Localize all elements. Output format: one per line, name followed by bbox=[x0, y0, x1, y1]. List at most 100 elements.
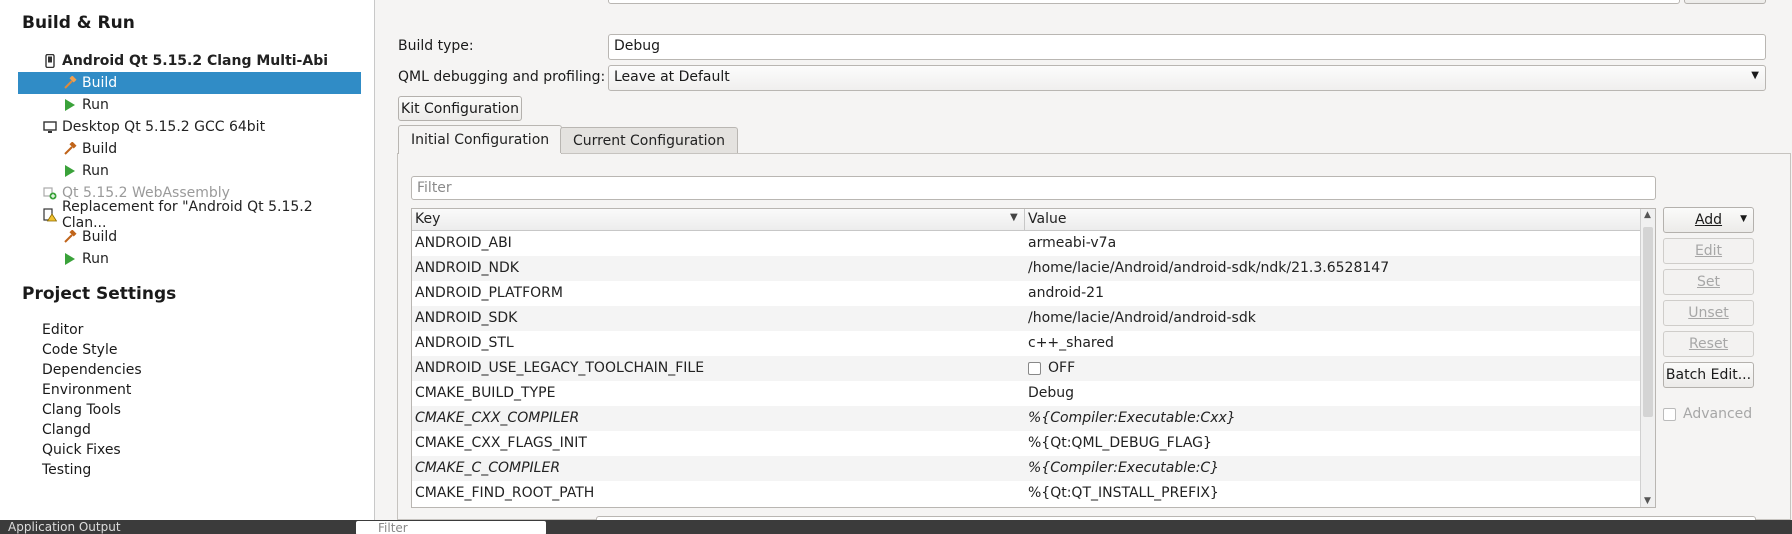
kit-desktop[interactable]: Desktop Qt 5.15.2 GCC 64bit bbox=[18, 116, 361, 138]
table-row[interactable]: CMAKE_C_COMPILER %{Compiler:Executable:C… bbox=[412, 456, 1640, 481]
table-row[interactable]: ANDROID_ABI armeabi-v7a bbox=[412, 231, 1640, 256]
build-directory-field[interactable] bbox=[608, 0, 1680, 4]
chevron-down-icon: ▼ bbox=[1740, 214, 1747, 224]
row-key: CMAKE_CXX_COMPILER bbox=[415, 410, 580, 426]
row-value: %{Compiler:Executable:Cxx} bbox=[1028, 410, 1236, 426]
kit-replacement-run[interactable]: Run bbox=[18, 248, 361, 270]
table-row[interactable]: CMAKE_FIND_ROOT_PATH %{Qt:QT_INSTALL_PRE… bbox=[412, 481, 1640, 506]
batch-edit-button[interactable]: Batch Edit... bbox=[1663, 362, 1754, 388]
row-value: c++_shared bbox=[1028, 335, 1114, 351]
reset-button-label: Reset bbox=[1688, 336, 1729, 352]
scroll-up-icon[interactable]: ▲ bbox=[1644, 210, 1651, 220]
table-row[interactable]: CMAKE_CXX_COMPILER %{Compiler:Executable… bbox=[412, 406, 1640, 431]
row-key: ANDROID_PLATFORM bbox=[415, 285, 563, 301]
table-row[interactable]: ANDROID_STL c++_shared bbox=[412, 331, 1640, 356]
add-button-label: Add bbox=[1694, 212, 1723, 228]
output-filter-placeholder: Filter bbox=[378, 521, 408, 534]
edit-button[interactable]: Edit bbox=[1663, 238, 1754, 264]
settings-clangd[interactable]: Clangd bbox=[42, 422, 91, 438]
advanced-checkbox[interactable]: Advanced bbox=[1663, 406, 1752, 422]
build-type-field[interactable]: Debug bbox=[608, 34, 1766, 60]
build-run-title: Build & Run bbox=[22, 13, 135, 33]
column-header-value[interactable]: Value bbox=[1028, 211, 1066, 227]
row-value: Debug bbox=[1028, 385, 1075, 401]
sort-indicator-icon: ▼ bbox=[1010, 212, 1018, 223]
project-settings-title: Project Settings bbox=[22, 284, 177, 304]
kit-desktop-run[interactable]: Run bbox=[18, 160, 361, 182]
row-value: armeabi-v7a bbox=[1028, 235, 1117, 251]
kit-android-run[interactable]: Run bbox=[18, 94, 361, 116]
run-triangle-icon bbox=[62, 251, 78, 267]
advanced-checkbox-box[interactable] bbox=[1663, 407, 1676, 421]
bottom-output-bar: Application Output Filter bbox=[0, 520, 1792, 534]
add-button[interactable]: Add ▼ bbox=[1663, 207, 1754, 233]
settings-clang-tools[interactable]: Clang Tools bbox=[42, 402, 121, 418]
run-triangle-icon bbox=[62, 97, 78, 113]
settings-quick-fixes[interactable]: Quick Fixes bbox=[42, 442, 121, 458]
settings-dependencies[interactable]: Dependencies bbox=[42, 362, 142, 378]
table-row[interactable]: ANDROID_USE_LEGACY_TOOLCHAIN_FILE OFF bbox=[412, 356, 1640, 381]
hammer-icon bbox=[62, 75, 78, 91]
project-sidebar: Build & Run Android Qt 5.15.2 Clang Mult… bbox=[0, 0, 375, 520]
unset-button[interactable]: Unset bbox=[1663, 300, 1754, 326]
row-value: %{Compiler:Executable:C} bbox=[1028, 460, 1220, 476]
android-device-icon bbox=[42, 53, 58, 69]
row-key: CMAKE_C_COMPILER bbox=[415, 460, 561, 476]
table-row[interactable]: CMAKE_BUILD_TYPE Debug bbox=[412, 381, 1640, 406]
table-row[interactable]: ANDROID_NDK /home/lacie/Android/android-… bbox=[412, 256, 1640, 281]
scrollbar-thumb[interactable] bbox=[1643, 227, 1653, 417]
row-key: ANDROID_SDK bbox=[415, 310, 518, 326]
qml-debugging-select[interactable]: Leave at Default ▼ bbox=[608, 65, 1766, 91]
tab-initial-configuration[interactable]: Initial Configuration bbox=[398, 125, 563, 154]
table-scrollbar[interactable]: ▲ ▼ bbox=[1640, 209, 1655, 507]
application-output-tab[interactable]: Application Output bbox=[8, 520, 121, 534]
hammer-icon bbox=[62, 141, 78, 157]
column-header-key[interactable]: Key bbox=[415, 211, 440, 227]
row-key: ANDROID_USE_LEGACY_TOOLCHAIN_FILE bbox=[415, 360, 705, 376]
browse-button[interactable] bbox=[1684, 0, 1766, 4]
kit-desktop-build-label: Build bbox=[82, 141, 118, 157]
kit-android-build[interactable]: Build bbox=[18, 72, 361, 94]
build-type-label: Build type: bbox=[398, 38, 474, 54]
row-value: %{Qt:QML_DEBUG_FLAG} bbox=[1028, 435, 1212, 451]
legacy-toolchain-checkbox[interactable] bbox=[1028, 361, 1041, 375]
cmake-config-table[interactable]: Key ▼ Value ANDROID_ABI armeabi-v7a ANDR… bbox=[411, 208, 1656, 508]
row-value-checkbox[interactable]: OFF bbox=[1028, 360, 1075, 376]
unset-button-label: Unset bbox=[1688, 305, 1729, 321]
kit-configuration-button[interactable]: Kit Configuration bbox=[398, 96, 522, 121]
kit-desktop-build[interactable]: Build bbox=[18, 138, 361, 160]
kit-android[interactable]: Android Qt 5.15.2 Clang Multi-Abi bbox=[18, 50, 361, 72]
row-key: ANDROID_ABI bbox=[415, 235, 512, 251]
table-row[interactable]: ANDROID_SDK /home/lacie/Android/android-… bbox=[412, 306, 1640, 331]
row-value: %{Qt:QT_INSTALL_PREFIX} bbox=[1028, 485, 1219, 501]
reset-button[interactable]: Reset bbox=[1663, 331, 1754, 357]
scroll-down-icon[interactable]: ▼ bbox=[1644, 496, 1651, 506]
table-header: Key ▼ Value bbox=[412, 209, 1640, 231]
row-value: /home/lacie/Android/android-sdk bbox=[1028, 310, 1256, 326]
settings-code-style[interactable]: Code Style bbox=[42, 342, 117, 358]
row-value: android-21 bbox=[1028, 285, 1104, 301]
output-filter-input[interactable]: Filter bbox=[356, 521, 546, 534]
kit-replacement-build[interactable]: Build bbox=[18, 226, 361, 248]
table-row[interactable]: ANDROID_PLATFORM android-21 bbox=[412, 281, 1640, 306]
tab-current-configuration[interactable]: Current Configuration bbox=[560, 127, 738, 153]
kit-replacement-run-label: Run bbox=[82, 251, 109, 267]
set-button[interactable]: Set bbox=[1663, 269, 1754, 295]
row-key: ANDROID_STL bbox=[415, 335, 514, 351]
settings-editor[interactable]: Editor bbox=[42, 322, 83, 338]
advanced-checkbox-label: Advanced bbox=[1683, 406, 1753, 422]
settings-environment[interactable]: Environment bbox=[42, 382, 131, 398]
add-kit-icon bbox=[42, 185, 58, 201]
column-separator bbox=[1024, 209, 1025, 231]
run-triangle-icon bbox=[62, 163, 78, 179]
filter-input[interactable]: Filter bbox=[411, 176, 1656, 200]
set-button-label: Set bbox=[1697, 274, 1720, 290]
table-row[interactable]: CMAKE_CXX_FLAGS_INIT %{Qt:QML_DEBUG_FLAG… bbox=[412, 431, 1640, 456]
settings-testing[interactable]: Testing bbox=[42, 462, 91, 478]
kit-replacement-build-label: Build bbox=[82, 229, 118, 245]
kit-desktop-label: Desktop Qt 5.15.2 GCC 64bit bbox=[62, 119, 266, 135]
hammer-icon bbox=[62, 229, 78, 245]
kit-replacement[interactable]: Replacement for "Android Qt 5.15.2 Clan.… bbox=[18, 199, 361, 231]
chevron-down-icon: ▼ bbox=[1751, 70, 1759, 81]
qml-debugging-value: Leave at Default bbox=[614, 69, 730, 85]
